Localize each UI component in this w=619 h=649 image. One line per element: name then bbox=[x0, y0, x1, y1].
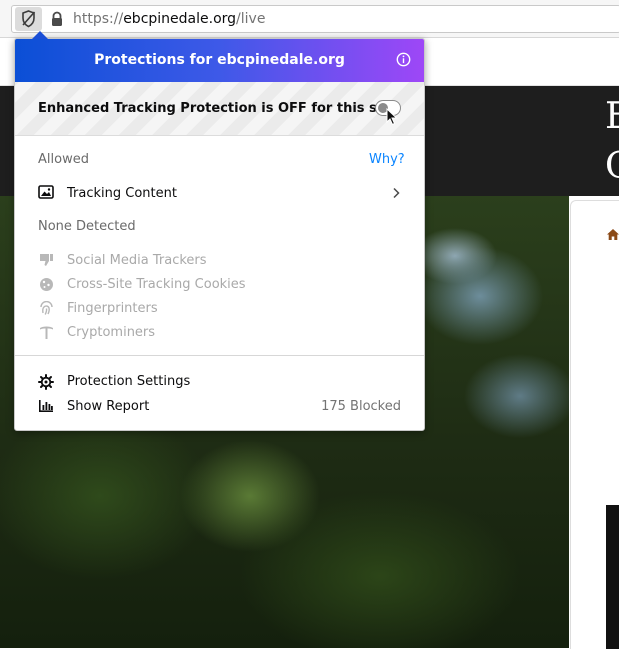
cross-site-cookies-label: Cross-Site Tracking Cookies bbox=[67, 277, 246, 292]
gear-icon bbox=[38, 374, 54, 390]
tracking-protection-button[interactable] bbox=[15, 7, 42, 31]
url-bar[interactable]: https://ebcpinedale.org/live bbox=[11, 5, 619, 33]
social-media-trackers-label: Social Media Trackers bbox=[67, 253, 207, 268]
image-icon bbox=[38, 185, 54, 199]
chevron-right-icon bbox=[393, 187, 400, 199]
allowed-section-label: Allowed bbox=[38, 152, 89, 167]
none-detected-section-label: None Detected bbox=[38, 219, 136, 234]
thumbs-down-icon bbox=[40, 254, 53, 266]
url-text[interactable]: https://ebcpinedale.org/live bbox=[73, 11, 265, 27]
etp-status-label: Enhanced Tracking Protection is OFF for … bbox=[38, 101, 397, 116]
blocked-count: 175 Blocked bbox=[321, 399, 401, 414]
lock-icon[interactable] bbox=[50, 11, 64, 27]
cookie-icon bbox=[40, 278, 53, 291]
mouse-cursor-icon bbox=[386, 108, 398, 126]
panel-arrow bbox=[32, 31, 48, 39]
pickaxe-icon bbox=[40, 326, 53, 339]
fingerprinters-label: Fingerprinters bbox=[67, 301, 158, 316]
info-icon[interactable] bbox=[396, 52, 411, 67]
home-icon[interactable] bbox=[606, 228, 619, 241]
navigation-toolbar: https://ebcpinedale.org/live bbox=[0, 0, 619, 38]
hero-text-fragment: C bbox=[605, 146, 619, 187]
etp-status-row: Enhanced Tracking Protection is OFF for … bbox=[15, 82, 424, 136]
panel-header: Protections for ebcpinedale.org bbox=[15, 39, 424, 82]
show-report-label: Show Report bbox=[67, 399, 150, 414]
cryptominers-label: Cryptominers bbox=[67, 325, 156, 340]
page-dark-block bbox=[606, 505, 619, 649]
shield-disabled-icon bbox=[22, 10, 36, 28]
bar-chart-icon bbox=[39, 400, 53, 412]
hero-text-fragment: E bbox=[605, 96, 619, 137]
protections-panel: Protections for ebcpinedale.org Enhanced… bbox=[14, 31, 425, 431]
panel-divider bbox=[15, 355, 424, 356]
fingerprint-icon bbox=[40, 301, 53, 315]
page-side-panel bbox=[570, 200, 619, 649]
protection-settings-label: Protection Settings bbox=[67, 374, 191, 389]
tracking-content-label: Tracking Content bbox=[67, 186, 177, 201]
url-path: /live bbox=[236, 11, 266, 27]
why-link[interactable]: Why? bbox=[369, 152, 405, 167]
url-domain: ebcpinedale.org bbox=[123, 11, 237, 27]
panel-title: Protections for ebcpinedale.org bbox=[94, 52, 345, 68]
url-scheme: https:// bbox=[73, 11, 124, 27]
